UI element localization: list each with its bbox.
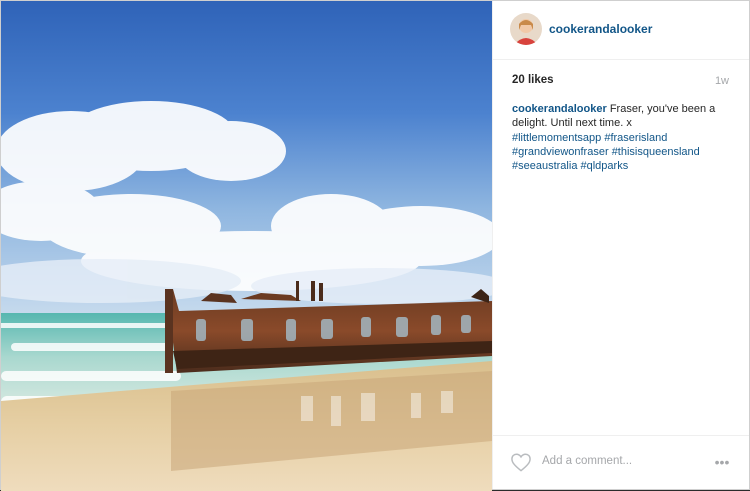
post-header: cookerandalooker (493, 1, 749, 60)
hashtag-link[interactable]: #littlemomentsapp (512, 132, 601, 144)
hashtag-link[interactable]: #thisisqueensland (612, 146, 700, 158)
comment-input[interactable] (540, 450, 694, 472)
post-caption: cookerandalooker Fraser, you've been a d… (512, 102, 727, 173)
profile-avatar-image (510, 13, 542, 45)
comment-bar: ••• (493, 435, 749, 489)
post-photo[interactable] (1, 1, 492, 491)
hashtag-link[interactable]: #fraserisland (604, 132, 667, 144)
heart-icon[interactable] (510, 452, 532, 472)
shipwreck-beach-image (1, 1, 492, 491)
likes-count[interactable]: 20 likes (512, 74, 554, 86)
instagram-post-modal: cookerandalooker 20 likes 1w cookerandal… (0, 0, 750, 491)
hashtag-link[interactable]: #seeaustralia (512, 160, 577, 172)
hashtag-link[interactable]: #grandviewonfraser (512, 146, 609, 158)
avatar[interactable] (510, 13, 542, 45)
post-details-panel: cookerandalooker 20 likes 1w cookerandal… (492, 1, 749, 489)
caption-username-link[interactable]: cookerandalooker (512, 103, 607, 115)
more-options-icon[interactable]: ••• (712, 452, 732, 472)
hashtag-link[interactable]: #qldparks (581, 160, 629, 172)
header-username-link[interactable]: cookerandalooker (549, 22, 652, 36)
post-timestamp[interactable]: 1w (715, 75, 729, 87)
